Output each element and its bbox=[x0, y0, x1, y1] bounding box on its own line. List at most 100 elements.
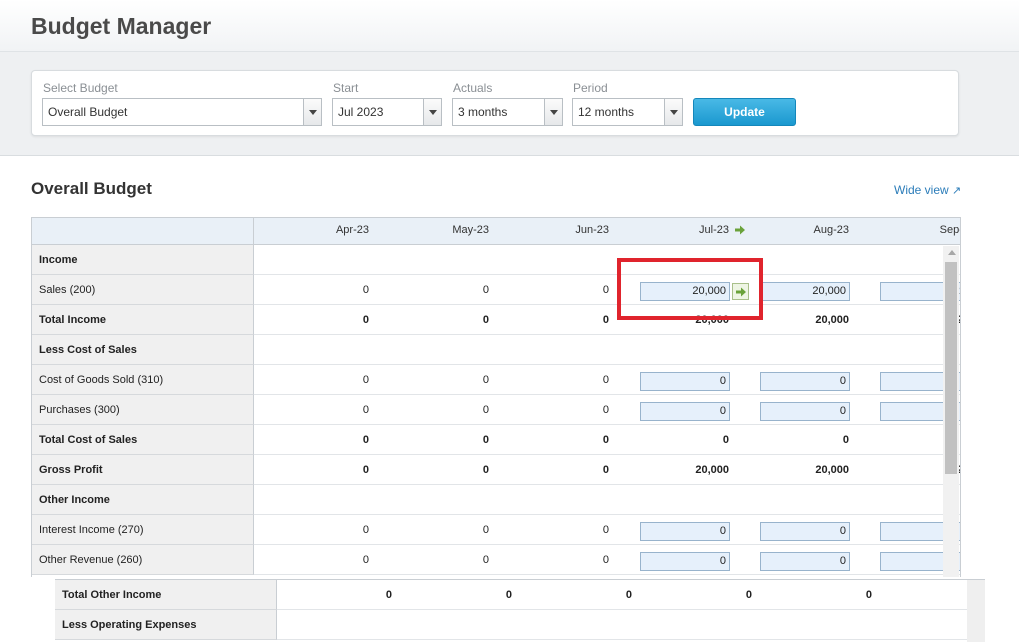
vertical-scrollbar[interactable] bbox=[943, 246, 959, 577]
budget-input[interactable]: 0 bbox=[640, 402, 730, 421]
month-header-0: Apr-23 bbox=[335, 224, 369, 236]
table-cell: 0 bbox=[602, 554, 609, 566]
table-cell: 0 bbox=[362, 404, 369, 416]
row-label: Other Income bbox=[32, 485, 254, 515]
budget-input[interactable]: 20,000 bbox=[760, 282, 850, 301]
table-row bbox=[254, 245, 960, 275]
chevron-down-icon[interactable] bbox=[664, 99, 682, 125]
table-cell: 0 bbox=[362, 284, 369, 296]
table-cell: 0 bbox=[602, 524, 609, 536]
budget-input[interactable]: 0 bbox=[760, 522, 850, 541]
month-header-5: Sep-2 bbox=[939, 224, 960, 236]
chevron-down-icon[interactable] bbox=[544, 99, 562, 125]
table-row: 0 0 0 0 0 bbox=[254, 395, 960, 425]
table-cell: 0 bbox=[482, 404, 489, 416]
select-budget-dropdown[interactable]: Overall Budget bbox=[42, 98, 322, 126]
table-cell: 0 bbox=[385, 589, 392, 601]
table-row: 0 0 0 0 0 bbox=[277, 580, 967, 610]
table-row: 00020,00020,00020 bbox=[254, 275, 960, 305]
actuals-value: 3 months bbox=[458, 105, 508, 119]
month-header-4: Aug-23 bbox=[813, 224, 849, 236]
chevron-down-icon[interactable] bbox=[423, 99, 441, 125]
wide-view-link[interactable]: Wide view ↗ bbox=[894, 183, 961, 197]
period-value: 12 months bbox=[578, 105, 635, 119]
period-label: Period bbox=[573, 81, 608, 95]
scroll-thumb[interactable] bbox=[945, 262, 957, 474]
table-cell: 20,000 bbox=[815, 314, 849, 326]
forward-arrow-icon[interactable] bbox=[732, 222, 749, 239]
table-cell: 20,000 bbox=[815, 464, 849, 476]
scroll-up-icon[interactable] bbox=[948, 250, 956, 255]
budget-input[interactable]: 0 bbox=[640, 522, 730, 541]
table-cell: 0 bbox=[602, 464, 609, 476]
table-cell: 0 bbox=[602, 434, 609, 446]
table-cell: 0 bbox=[505, 589, 512, 601]
month-header-3: Jul-23 bbox=[699, 224, 729, 236]
row-label: Total Income bbox=[32, 305, 254, 335]
table-cell: 0 bbox=[625, 589, 632, 601]
table-cell: 0 bbox=[362, 314, 369, 326]
row-labels-header bbox=[32, 218, 254, 245]
row-label: Less Cost of Sales bbox=[32, 335, 254, 365]
highlight-annotation bbox=[617, 258, 763, 320]
table-cell: 0 bbox=[482, 524, 489, 536]
budget-input[interactable]: 0 bbox=[640, 372, 730, 391]
select-budget-label: Select Budget bbox=[43, 81, 118, 95]
table-cell: 0 bbox=[602, 314, 609, 326]
app-header: Budget Manager bbox=[0, 0, 1019, 52]
filter-panel: Select Budget Overall Budget Start Jul 2… bbox=[31, 70, 959, 136]
update-button[interactable]: Update bbox=[693, 98, 796, 126]
budget-grid: Income Sales (200) Total Income Less Cost o… bbox=[31, 217, 961, 577]
table-cell: 0 bbox=[482, 464, 489, 476]
row-label: Income bbox=[32, 245, 254, 275]
row-label: Sales (200) bbox=[32, 275, 254, 305]
start-value: Jul 2023 bbox=[338, 105, 384, 119]
row-label: Cost of Goods Sold (310) bbox=[32, 365, 254, 395]
table-cell: 0 bbox=[602, 404, 609, 416]
lower-scroll-track bbox=[967, 580, 985, 642]
table-cell: 0 bbox=[362, 434, 369, 446]
page-title: Budget Manager bbox=[31, 13, 212, 39]
wide-view-label: Wide view bbox=[894, 183, 949, 197]
table-row: 00020,00020,00020 bbox=[254, 305, 960, 335]
table-row: 0 0 0 0 0 bbox=[254, 545, 960, 575]
table-cell: 0 bbox=[482, 374, 489, 386]
lower-grid: Total Other Income Less Operating Expense… bbox=[55, 579, 985, 642]
table-cell: 0 bbox=[482, 434, 489, 446]
period-dropdown[interactable]: 12 months bbox=[572, 98, 683, 126]
row-label: Purchases (300) bbox=[32, 395, 254, 425]
start-dropdown[interactable]: Jul 2023 bbox=[332, 98, 442, 126]
month-header: Apr-23 May-23 Jun-23 Jul-23 Aug-23 Sep-2 bbox=[254, 218, 960, 245]
table-row bbox=[277, 610, 967, 640]
row-label: Other Revenue (260) bbox=[32, 545, 254, 575]
table-cell: 0 bbox=[865, 589, 872, 601]
budget-input[interactable]: 0 bbox=[760, 372, 850, 391]
row-label: Gross Profit bbox=[32, 455, 254, 485]
table-cell: 0 bbox=[745, 589, 752, 601]
table-cell: 0 bbox=[482, 284, 489, 296]
actuals-label: Actuals bbox=[453, 81, 493, 95]
table-cell: 0 bbox=[482, 314, 489, 326]
month-header-1: May-23 bbox=[452, 224, 489, 236]
row-labels-column: Income Sales (200) Total Income Less Cost o… bbox=[32, 218, 254, 575]
chevron-down-icon[interactable] bbox=[303, 99, 321, 125]
table-row: 0 0 0 0 0 bbox=[254, 515, 960, 545]
table-cell: 0 bbox=[722, 434, 729, 446]
table-row bbox=[254, 485, 960, 515]
table-cell: 20,000 bbox=[695, 464, 729, 476]
month-header-2: Jun-23 bbox=[575, 224, 609, 236]
budget-input[interactable]: 0 bbox=[640, 552, 730, 571]
actuals-dropdown[interactable]: 3 months bbox=[452, 98, 563, 126]
table-cell: 0 bbox=[362, 374, 369, 386]
table-cell: 0 bbox=[602, 284, 609, 296]
select-budget-value: Overall Budget bbox=[48, 105, 128, 119]
table-cell: 0 bbox=[842, 434, 849, 446]
budget-input[interactable]: 0 bbox=[760, 402, 850, 421]
table-cell: 0 bbox=[362, 524, 369, 536]
start-label: Start bbox=[333, 81, 359, 95]
table-row: 0 0 0 0 0 bbox=[254, 365, 960, 395]
table-cell: 0 bbox=[362, 554, 369, 566]
row-label: Total Other Income bbox=[55, 580, 277, 610]
budget-input[interactable]: 0 bbox=[760, 552, 850, 571]
table-row: 0 0 0 0 0 bbox=[254, 425, 960, 455]
